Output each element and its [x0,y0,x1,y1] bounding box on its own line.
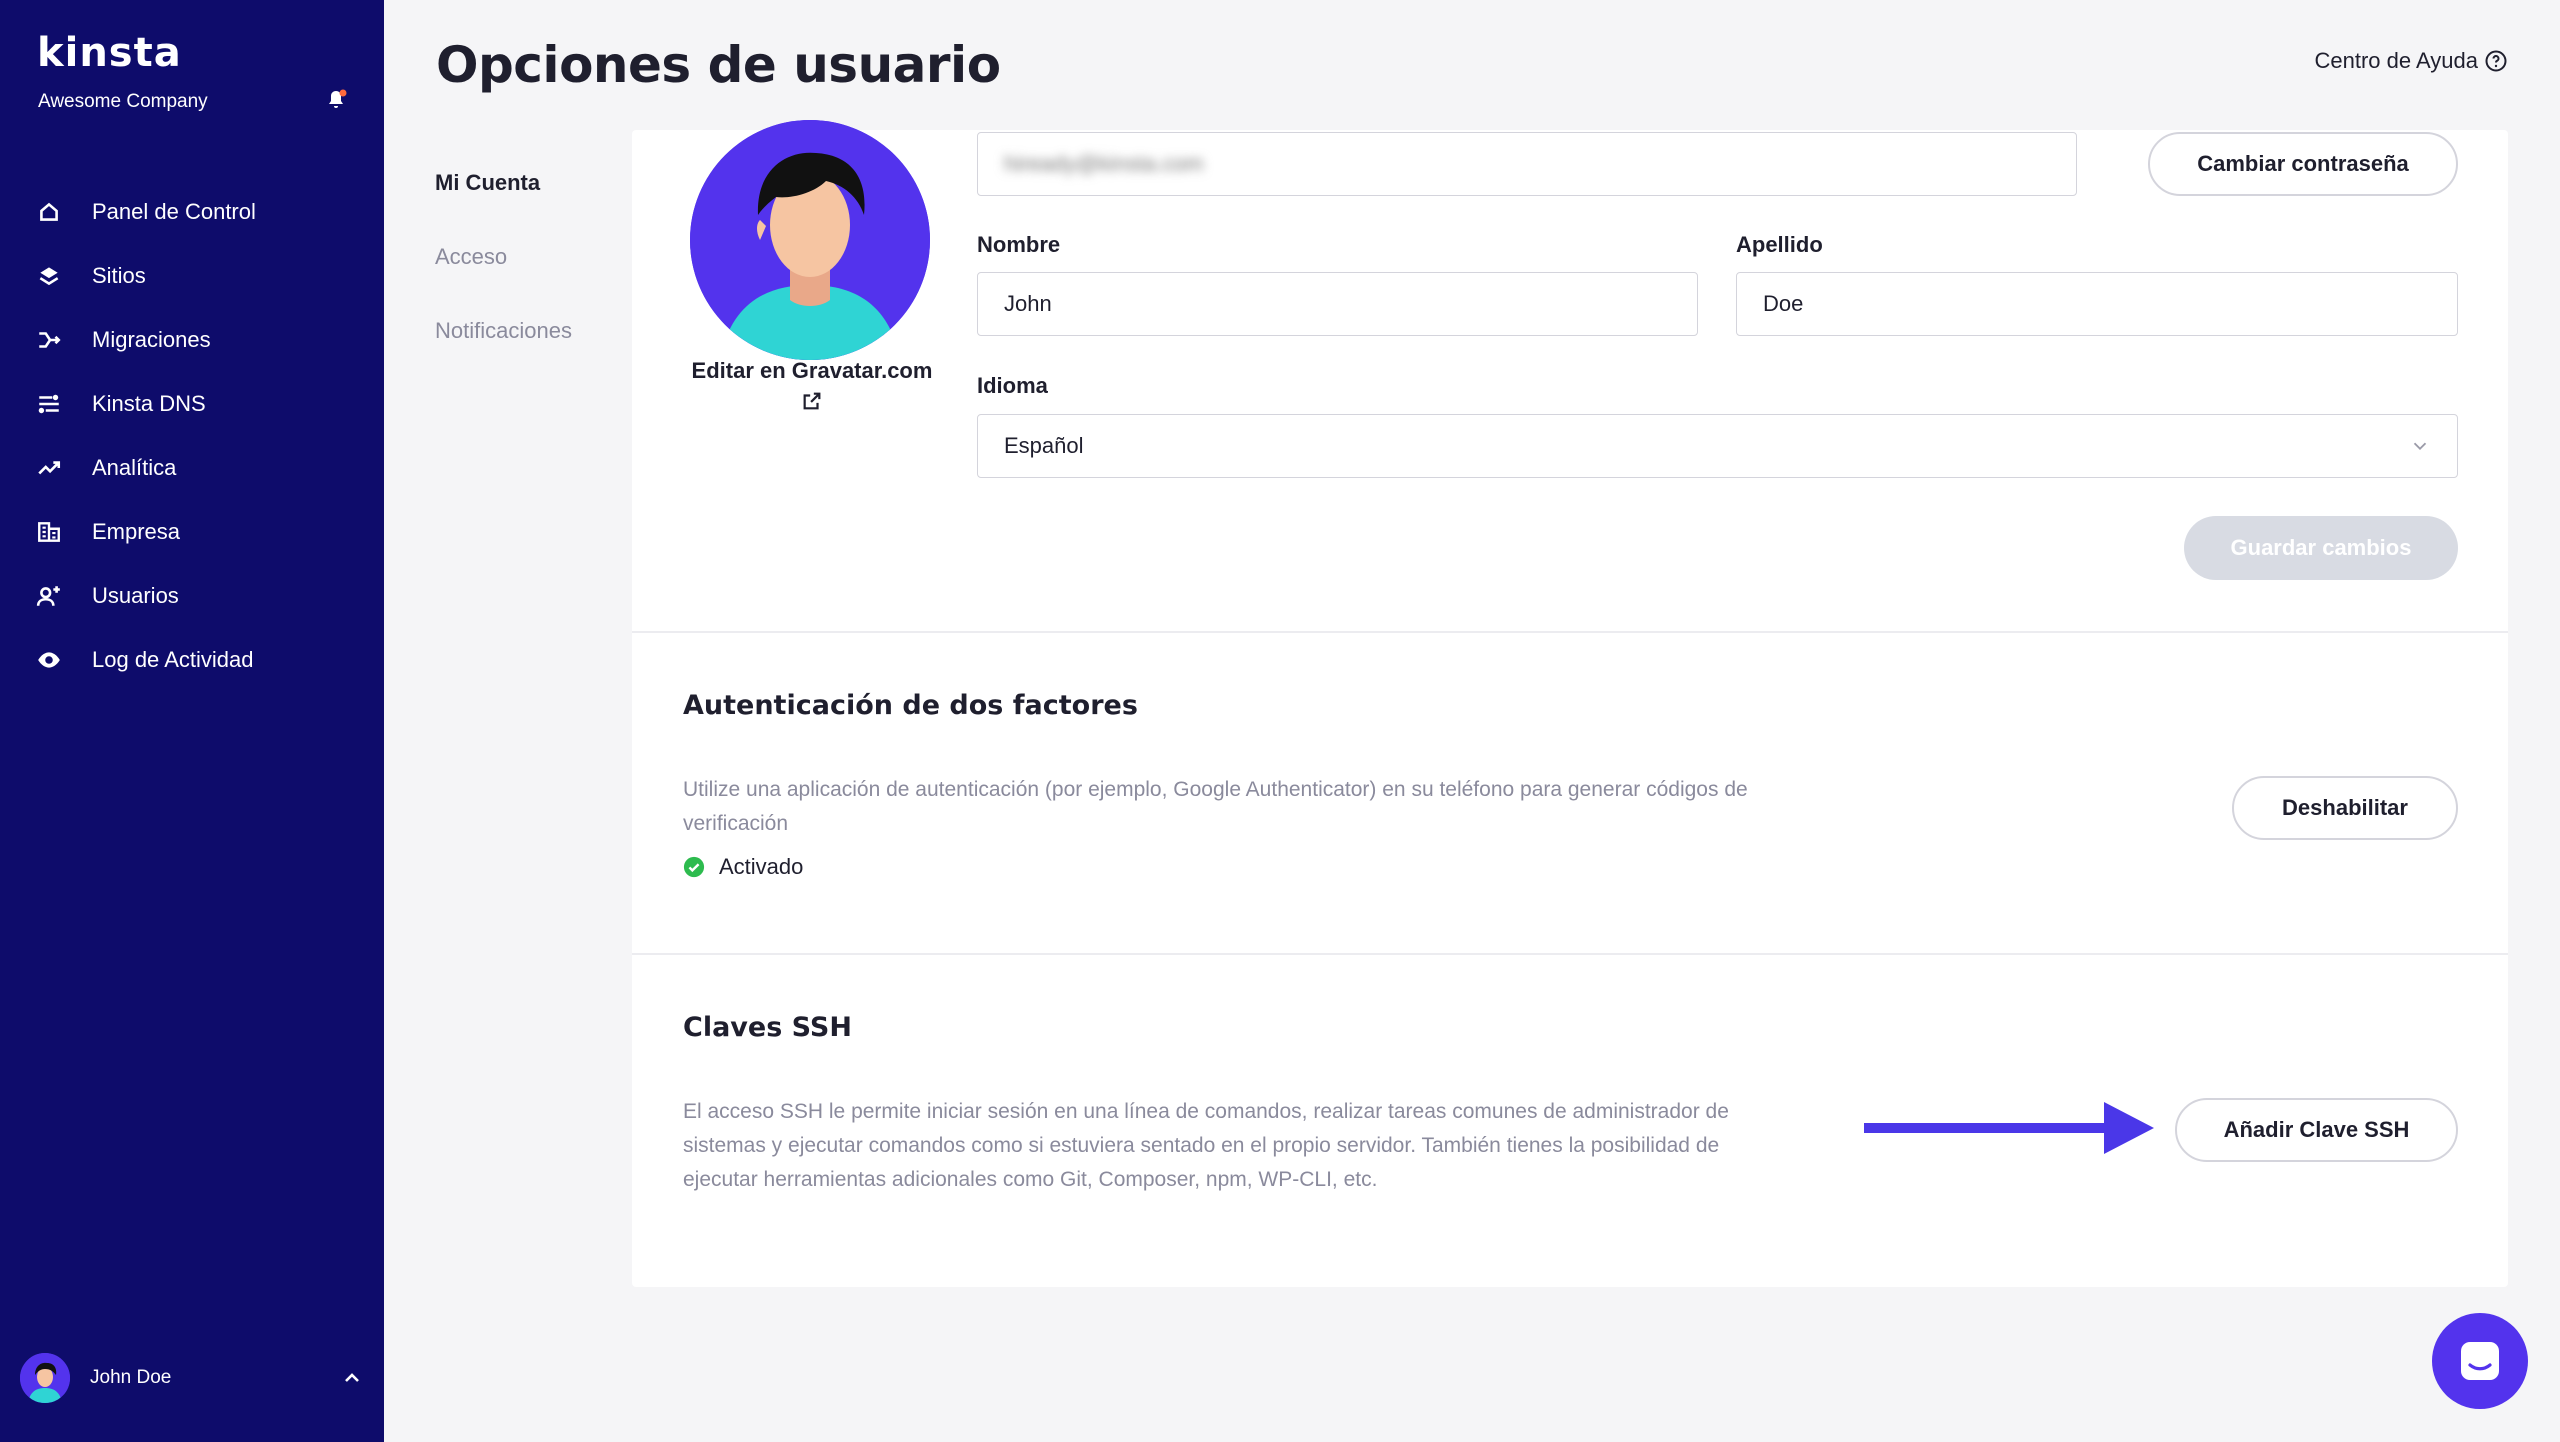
language-label: Idioma [977,373,1048,398]
first-name-label: Nombre [977,232,1061,257]
subnav-acceso[interactable]: Acceso [435,244,572,318]
help-center-link[interactable]: Centro de Ayuda [2315,48,2509,74]
chat-button[interactable] [2432,1313,2528,1409]
user-menu[interactable]: John Doe [20,1350,364,1406]
disable-2fa-button[interactable]: Deshabilitar [2232,776,2458,840]
sidebar-item-migraciones[interactable]: Migraciones [0,308,384,372]
sidebar-item-usuarios[interactable]: Usuarios [0,564,384,628]
layers-icon [39,267,59,286]
add-ssh-key-button[interactable]: Añadir Clave SSH [2175,1098,2458,1162]
last-name-field[interactable]: Doe [1736,272,2458,336]
company-name[interactable]: Awesome Company [38,91,208,113]
last-name-label: Apellido [1736,232,1823,257]
save-changes-button[interactable]: Guardar cambios [2184,516,2458,580]
last-name-value: Doe [1763,291,1804,316]
section-divider [632,953,2508,955]
language-select[interactable]: Español [977,414,2458,478]
profile-avatar[interactable] [690,120,930,360]
first-name-field[interactable]: John [977,272,1698,336]
settings-card: Editar en Gravatar.com hiready@kinsta.co… [632,120,2508,1287]
sidebar-item-empresa[interactable]: Empresa [0,500,384,564]
avatar [20,1353,70,1403]
section-divider [632,631,2508,633]
twofa-status: Activado [683,854,803,880]
external-link-icon [803,392,821,410]
dns-icon [38,394,59,414]
gravatar-link[interactable]: Editar en Gravatar.com [672,358,952,418]
sidebar-item-label: Usuarios [92,583,179,608]
migrate-icon [39,332,61,348]
first-name-value: John [1004,291,1052,316]
twofa-description-line: Utilize una aplicación de autenticación … [683,778,1748,801]
sidebar-item-label: Sitios [92,263,146,288]
email-value: hiready@kinsta.com [1004,151,1204,176]
twofa-description-line: verificación [683,812,789,835]
change-password-button[interactable]: Cambiar contraseña [2148,132,2458,196]
add-user-icon [36,586,60,606]
user-name: John Doe [90,1367,172,1388]
sidebar-item-sitios[interactable]: Sitios [0,244,384,308]
ssh-title: Claves SSH [683,1012,852,1043]
gravatar-link-label: Editar en Gravatar.com [691,358,933,383]
eye-icon [38,652,60,668]
sidebar-item-label: Kinsta DNS [92,391,206,416]
chat-icon [2461,1342,2499,1380]
ssh-description: El acceso SSH le permite iniciar sesión … [683,1095,1883,1197]
sidebar-item-label: Log de Actividad [92,647,254,672]
building-icon [38,522,60,542]
sidebar: kinsta Awesome Company Panel de Control … [0,0,384,1442]
sidebar-item-analitica[interactable]: Analítica [0,436,384,500]
help-center-label: Centro de Ayuda [2314,48,2479,73]
chevron-down-icon [2413,442,2427,451]
sidebar-item-log[interactable]: Log de Actividad [0,628,384,692]
sidebar-item-label: Empresa [92,519,181,544]
twofa-title: Autenticación de dos factores [683,690,1138,721]
check-circle-icon [683,856,705,878]
sidebar-item-dns[interactable]: Kinsta DNS [0,372,384,436]
ssh-description-line: sistemas y ejecutar comandos como si est… [683,1134,1720,1157]
chevron-up-icon[interactable] [340,1366,364,1390]
twofa-description: Utilize una aplicación de autenticación … [683,773,1863,841]
email-field[interactable]: hiready@kinsta.com [977,132,2077,196]
subnav-notificaciones[interactable]: Notificaciones [435,318,572,392]
page-title: Opciones de usuario [436,36,1001,94]
ssh-description-line: El acceso SSH le permite iniciar sesión … [683,1100,1729,1123]
sidebar-item-label: Migraciones [92,327,211,352]
sidebar-item-label: Analítica [92,455,177,480]
sidebar-nav: Panel de Control Sitios Migraciones Kins… [0,180,384,692]
account-subnav: Mi Cuenta Acceso Notificaciones [435,170,572,392]
help-icon [2485,50,2507,72]
sidebar-item-label: Panel de Control [92,199,256,224]
bell-icon[interactable] [324,88,348,112]
sidebar-item-panel[interactable]: Panel de Control [0,180,384,244]
home-icon [40,202,58,221]
language-value: Español [1004,433,1084,458]
trend-icon [38,461,61,475]
ssh-description-line: ejecutar herramientas adicionales como G… [683,1168,1378,1191]
arrow-right-icon [1864,1102,2154,1154]
subnav-mi-cuenta[interactable]: Mi Cuenta [435,170,572,244]
twofa-status-label: Activado [719,854,804,879]
kinsta-logo[interactable]: kinsta [37,30,182,76]
